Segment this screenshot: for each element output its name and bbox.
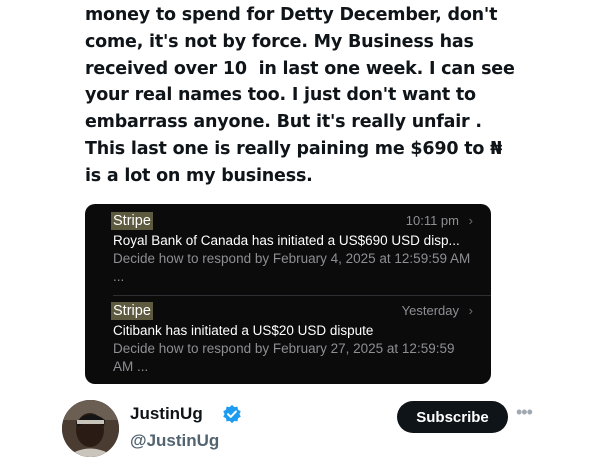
- post-text-line: come, it's not by force. My Business has: [85, 31, 474, 52]
- notification-time: 10:11 pm: [405, 213, 459, 228]
- post-text-line: money to spend for Detty December, don't: [85, 5, 498, 25]
- notification-title: Royal Bank of Canada has initiated a US$…: [113, 233, 460, 248]
- attached-screenshot[interactable]: Stripe 10:11 pm › Royal Bank of Canada h…: [85, 204, 491, 384]
- notification-item: Stripe 10:11 pm › Royal Bank of Canada h…: [111, 212, 473, 286]
- author-name[interactable]: JustinUg: [130, 404, 203, 424]
- avatar[interactable]: [62, 400, 119, 457]
- subscribe-button[interactable]: Subscribe: [397, 401, 508, 433]
- post-text-line: your real names too. I just don't want t…: [85, 85, 476, 106]
- notification-app-name: Stripe: [111, 212, 153, 230]
- divider: [113, 295, 491, 296]
- notification-time: Yesterday: [401, 303, 459, 318]
- more-options-icon[interactable]: •••: [516, 402, 533, 423]
- author-handle[interactable]: @JustinUg: [130, 431, 219, 451]
- post-text-line: This last one is really paining me $690 …: [85, 138, 503, 159]
- notification-body: Decide how to respond by February 4, 202…: [113, 251, 471, 284]
- notification-title: Citibank has initiated a US$20 USD dispu…: [113, 323, 374, 338]
- chevron-right-icon: ›: [468, 213, 473, 228]
- avatar-image: [62, 400, 119, 457]
- post-text-line: received over 10 in last one week. I can…: [85, 58, 515, 79]
- post-text-line: is a lot on my business.: [85, 165, 313, 186]
- notification-app-name: Stripe: [111, 302, 153, 320]
- notification-body: Decide how to respond by February 27, 20…: [113, 341, 455, 374]
- author-row: JustinUg @JustinUg Subscribe •••: [62, 400, 600, 457]
- post-text: money to spend for Detty December, don't…: [85, 2, 555, 190]
- post-text-line: embarrass anyone. But it's really unfair…: [85, 112, 482, 133]
- verified-badge-icon: [223, 404, 241, 424]
- chevron-right-icon: ›: [468, 303, 473, 318]
- notification-item: Stripe Yesterday › Citibank has initiate…: [111, 302, 473, 376]
